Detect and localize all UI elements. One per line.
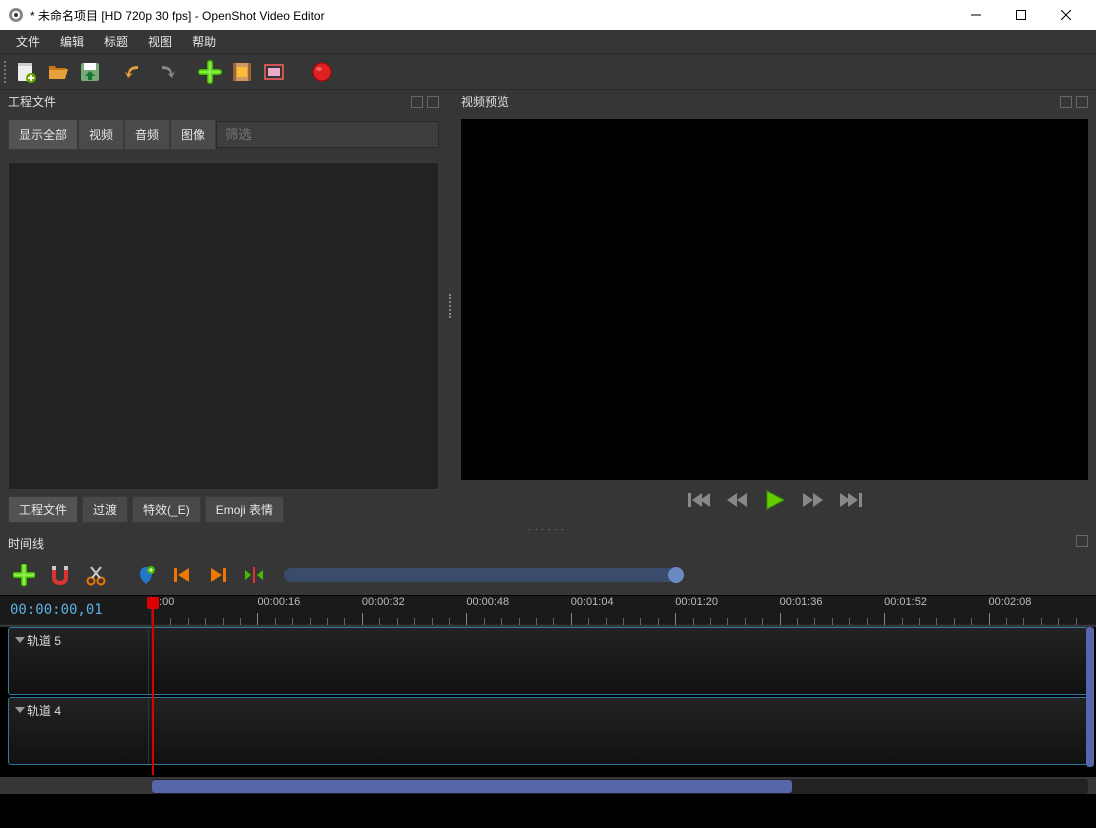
open-project-button[interactable]: [44, 58, 72, 86]
project-filter-row: 显示全部 视频 音频 图像: [0, 113, 447, 156]
video-preview-panel: 视频预览: [453, 90, 1096, 522]
redo-button[interactable]: [152, 58, 180, 86]
menubar: 文件 编辑 标题 视图 帮助: [0, 30, 1096, 54]
toolbar-handle[interactable]: [4, 61, 8, 83]
track-name: 轨道 5: [27, 634, 61, 648]
fullscreen-button[interactable]: [260, 58, 288, 86]
undock-icon[interactable]: [1076, 535, 1088, 547]
undock-icon[interactable]: [411, 96, 423, 108]
menu-title[interactable]: 标题: [94, 30, 138, 53]
project-files-panel: 工程文件 显示全部 视频 音频 图像 工程文件 过渡 特效(_E) Emoji …: [0, 90, 447, 522]
fast-forward-button[interactable]: [801, 488, 825, 512]
filter-tab-audio[interactable]: 音频: [124, 119, 170, 150]
timeline-tracks: 轨道 5 轨道 4: [0, 627, 1096, 777]
menu-edit[interactable]: 编辑: [50, 30, 94, 53]
zoom-slider[interactable]: [284, 568, 676, 582]
profile-button[interactable]: [228, 58, 256, 86]
timecode-display: 00:00:00,01: [0, 596, 152, 624]
add-marker-button[interactable]: [132, 561, 160, 589]
undo-button[interactable]: [120, 58, 148, 86]
timeline-ruler[interactable]: 0:0000:00:1600:00:3200:00:4800:01:0400:0…: [152, 596, 1096, 624]
preview-title: 视频预览: [461, 93, 509, 110]
panel-splitter-h[interactable]: ......: [0, 522, 1096, 532]
window-close-button[interactable]: [1043, 0, 1088, 30]
timeline-title: 时间线: [8, 535, 44, 552]
snap-button[interactable]: [46, 561, 74, 589]
undock-icon[interactable]: [1060, 96, 1072, 108]
jump-start-button[interactable]: [687, 488, 711, 512]
track-name: 轨道 4: [27, 704, 61, 718]
prev-marker-button[interactable]: [168, 561, 196, 589]
import-files-button[interactable]: [196, 58, 224, 86]
menu-help[interactable]: 帮助: [182, 30, 226, 53]
tab-effects[interactable]: 特效(_E): [132, 496, 201, 523]
razor-button[interactable]: [82, 561, 110, 589]
add-track-button[interactable]: [10, 561, 38, 589]
project-files-area[interactable]: [8, 162, 439, 490]
menu-view[interactable]: 视图: [138, 30, 182, 53]
track-row: 轨道 5: [8, 627, 1088, 695]
window-titlebar: * 未命名项目 [HD 720p 30 fps] - OpenShot Vide…: [0, 0, 1096, 30]
window-minimize-button[interactable]: [953, 0, 998, 30]
jump-end-button[interactable]: [839, 488, 863, 512]
track-body[interactable]: [149, 698, 1087, 764]
tab-emoji[interactable]: Emoji 表情: [205, 496, 284, 523]
export-button[interactable]: [308, 58, 336, 86]
vertical-scrollbar[interactable]: [1086, 627, 1094, 767]
center-playhead-button[interactable]: [240, 561, 268, 589]
close-panel-icon[interactable]: [427, 96, 439, 108]
track-header[interactable]: 轨道 4: [9, 698, 149, 764]
filter-tab-video[interactable]: 视频: [78, 119, 124, 150]
new-project-button[interactable]: [12, 58, 40, 86]
main-toolbar: [0, 54, 1096, 90]
timeline-panel: 时间线 00:00:00,01 0:0000:00:1600:00:3200:0…: [0, 532, 1096, 794]
save-project-button[interactable]: [76, 58, 104, 86]
timeline-toolbar: [0, 555, 1096, 595]
playback-controls: [453, 484, 1096, 522]
filter-tab-all[interactable]: 显示全部: [8, 119, 78, 150]
track-body[interactable]: [149, 628, 1087, 694]
play-button[interactable]: [763, 488, 787, 512]
next-marker-button[interactable]: [204, 561, 232, 589]
app-logo-icon: [8, 7, 24, 23]
window-maximize-button[interactable]: [998, 0, 1043, 30]
track-row: 轨道 4: [8, 697, 1088, 765]
tab-project-files[interactable]: 工程文件: [8, 496, 78, 523]
close-panel-icon[interactable]: [1076, 96, 1088, 108]
filter-input[interactable]: [216, 121, 439, 148]
rewind-button[interactable]: [725, 488, 749, 512]
filter-tab-image[interactable]: 图像: [170, 119, 216, 150]
zoom-slider-knob[interactable]: [668, 567, 684, 583]
tab-transitions[interactable]: 过渡: [82, 496, 128, 523]
project-files-title: 工程文件: [8, 93, 56, 110]
track-header[interactable]: 轨道 5: [9, 628, 149, 694]
menu-file[interactable]: 文件: [6, 30, 50, 53]
window-title: * 未命名项目 [HD 720p 30 fps] - OpenShot Vide…: [30, 7, 953, 24]
horizontal-scrollbar[interactable]: [8, 779, 1088, 794]
project-bottom-tabs: 工程文件 过渡 特效(_E) Emoji 表情: [0, 496, 447, 522]
video-preview-area[interactable]: [461, 119, 1088, 480]
